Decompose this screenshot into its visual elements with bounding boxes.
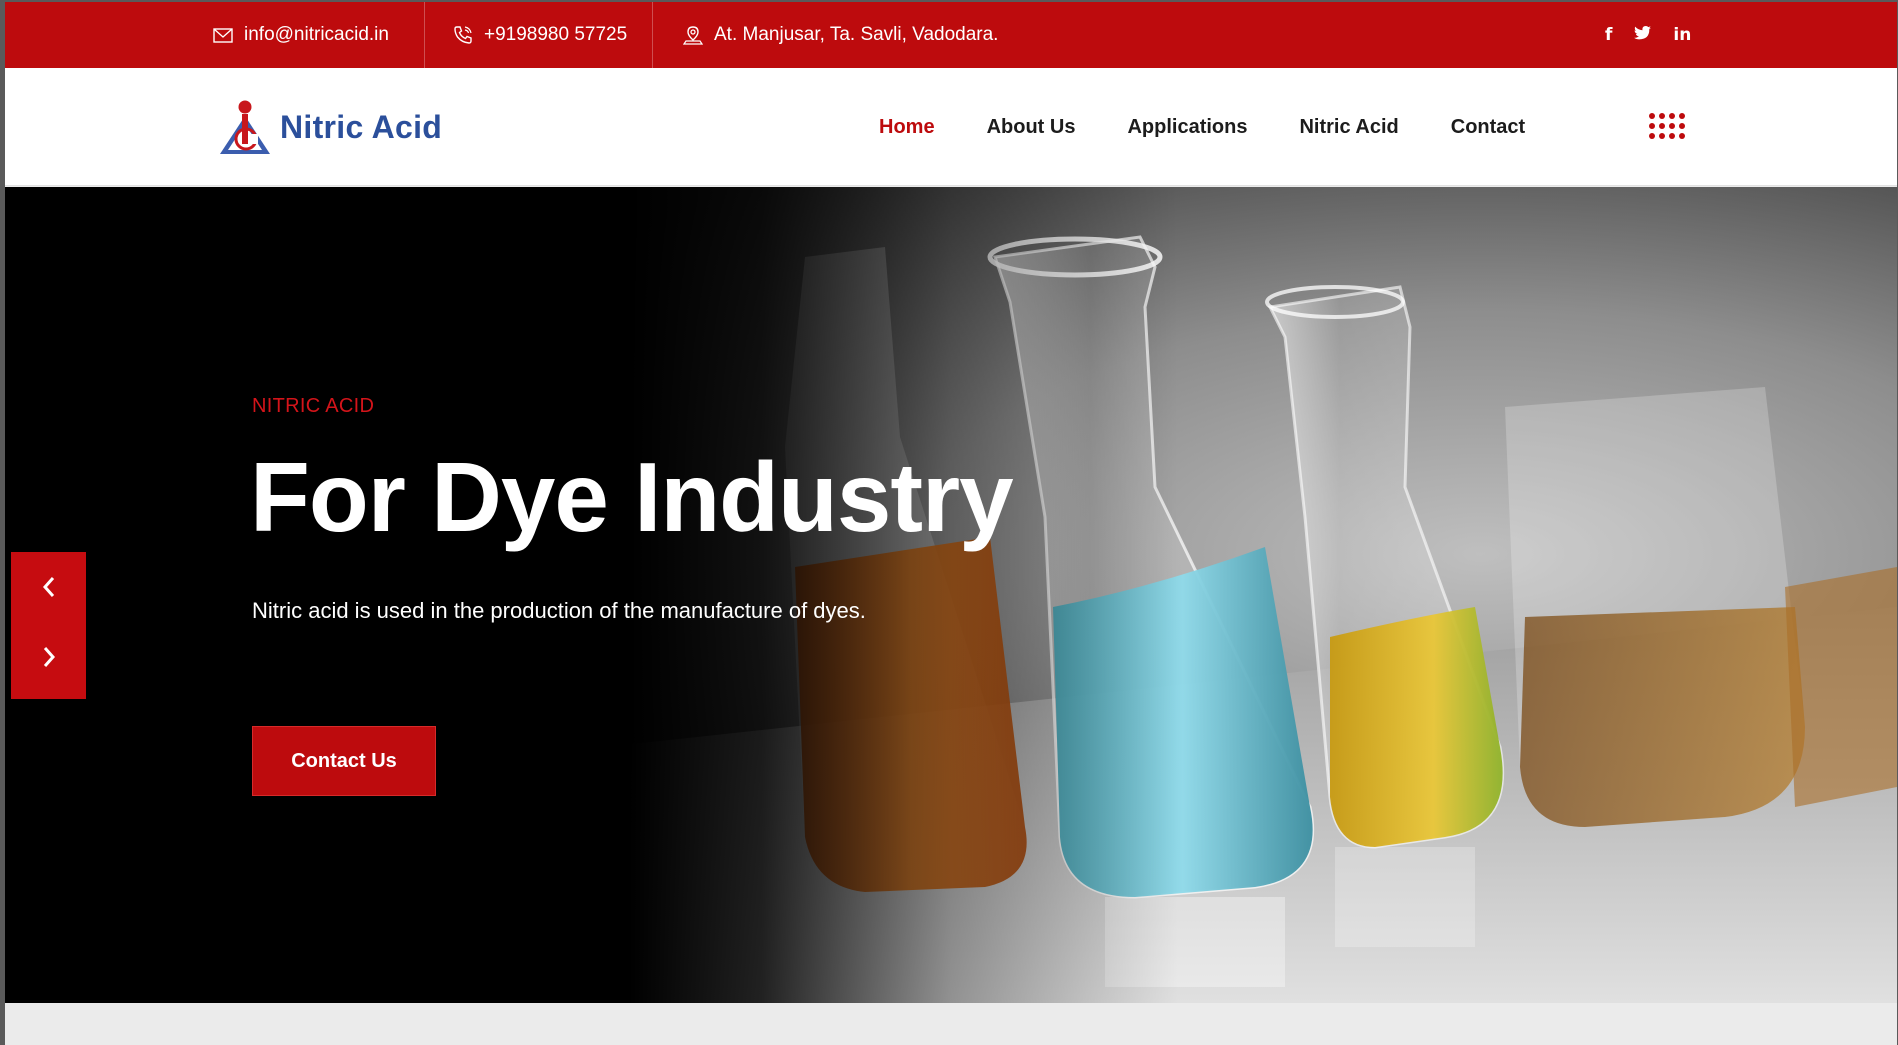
grid-menu-icon[interactable] (1649, 113, 1685, 143)
phone-link[interactable]: +9198980 57725 (453, 2, 627, 68)
nav-applications[interactable]: Applications (1127, 116, 1247, 139)
hero-slider: NITRIC ACID For Dye Industry Nitric acid… (5, 187, 1897, 1003)
address-link[interactable]: At. Manjusar, Ta. Savli, Vadodara. (683, 2, 998, 68)
chevron-left-icon (42, 577, 54, 597)
logo-text: Nitric Acid (280, 108, 443, 145)
location-pin-icon (683, 26, 703, 45)
logo-mark-icon (220, 100, 270, 154)
hero-kicker: NITRIC ACID (252, 395, 375, 417)
envelope-icon (213, 27, 233, 43)
divider (652, 2, 653, 68)
address-text: At. Manjusar, Ta. Savli, Vadodara. (714, 24, 999, 45)
nav-about-us[interactable]: About Us (987, 116, 1076, 139)
email-link[interactable]: info@nitricacid.in (213, 2, 389, 68)
chevron-right-icon (43, 647, 55, 667)
top-contact-bar: info@nitricacid.in +9198980 57725 At. Ma… (5, 2, 1897, 68)
social-links: f in (1605, 2, 1691, 68)
divider (424, 2, 425, 68)
slider-arrows (11, 552, 86, 699)
next-slide-button[interactable] (11, 622, 86, 692)
site-header: Nitric Acid Home About Us Applications N… (5, 68, 1897, 186)
prev-slide-button[interactable] (11, 552, 86, 622)
hero-description: Nitric acid is used in the production of… (252, 598, 866, 623)
nav-home[interactable]: Home (879, 116, 935, 139)
main-nav: Home About Us Applications Nitric Acid C… (879, 68, 1577, 186)
linkedin-icon[interactable]: in (1673, 25, 1691, 45)
facebook-icon[interactable]: f (1605, 25, 1612, 45)
phone-icon (454, 26, 472, 44)
contact-us-button[interactable]: Contact Us (252, 726, 436, 796)
email-text: info@nitricacid.in (244, 24, 389, 45)
nav-nitric-acid[interactable]: Nitric Acid (1299, 116, 1398, 139)
browser-viewport: info@nitricacid.in +9198980 57725 At. Ma… (5, 2, 1897, 1045)
nav-contact[interactable]: Contact (1451, 116, 1525, 139)
page-bottom-strip (5, 1003, 1897, 1045)
twitter-icon[interactable] (1634, 25, 1652, 45)
site-logo[interactable]: Nitric Acid (218, 98, 442, 156)
hero-title: For Dye Industry (250, 442, 1014, 552)
phone-text: +9198980 57725 (484, 24, 628, 45)
